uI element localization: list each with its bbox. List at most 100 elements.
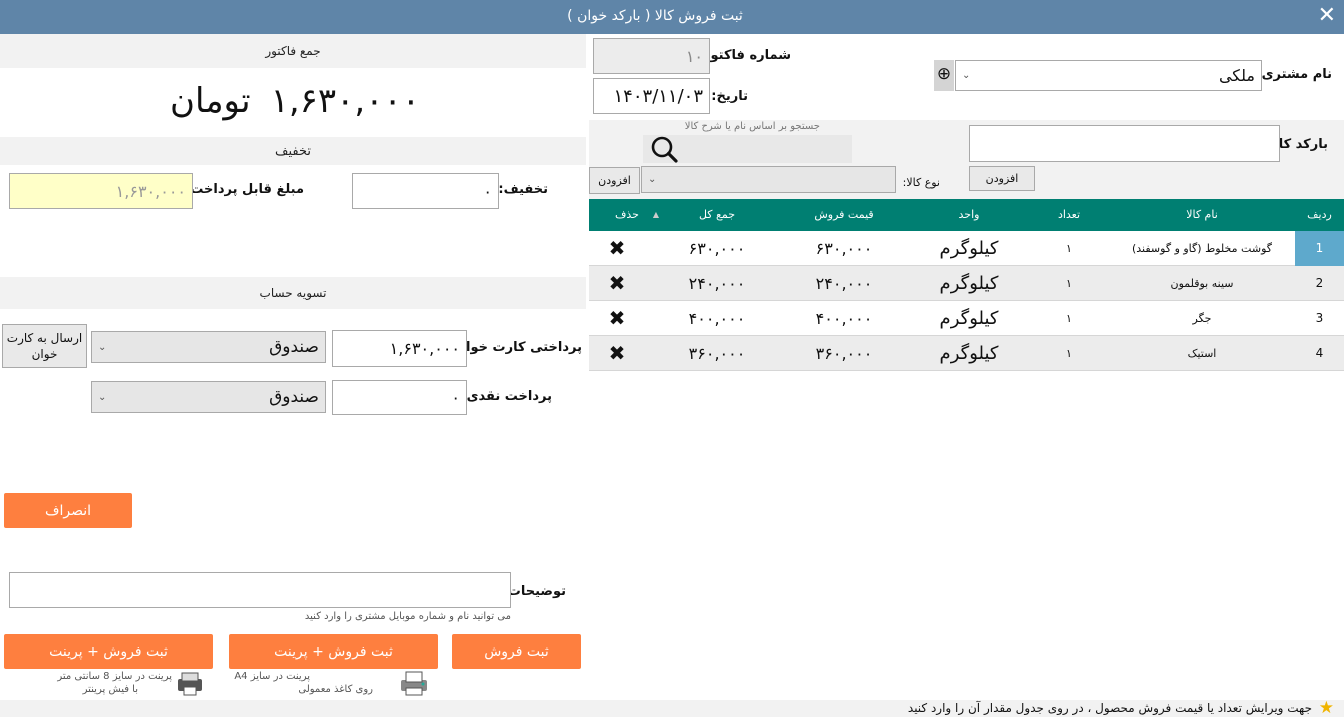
delete-icon[interactable]: ✖	[589, 336, 645, 371]
product-name-cell[interactable]: گوشت مخلوط (گاو و گوسفند)	[1109, 231, 1295, 266]
cancel-button[interactable]: انصراف	[4, 493, 132, 528]
unit-cell[interactable]: کیلوگرم	[909, 231, 1029, 266]
send-to-card-reader-button[interactable]: ارسال به کارت خوان	[2, 324, 87, 368]
row-number-cell[interactable]: 1	[1295, 231, 1344, 266]
invoice-total-amount: تومان ۱,۶۳۰,۰۰۰	[160, 76, 430, 126]
search-hint: جستجو بر اساس نام یا شرح کالا	[684, 121, 820, 132]
notes-label: توضیحات:	[502, 584, 566, 599]
chevron-down-icon: ⌄	[962, 70, 971, 81]
table-row[interactable]: 3 جگر ۱ کیلوگرم ۴۰۰,۰۰۰ ۴۰۰,۰۰۰ ✖	[589, 301, 1344, 336]
discount-label: تخفیف:	[498, 182, 548, 197]
save-print-8cm-hint-2: با فیش پرینتر	[82, 684, 138, 695]
date-label: تاریخ:	[711, 89, 748, 104]
unit-cell[interactable]: کیلوگرم	[909, 301, 1029, 336]
chevron-down-icon: ⌄	[648, 174, 657, 185]
delete-icon[interactable]: ✖	[589, 231, 645, 266]
quantity-cell[interactable]: ۱	[1029, 231, 1109, 266]
total-cell: ۳۶۰,۰۰۰	[688, 344, 746, 363]
total-cell: ۴۰۰,۰۰۰	[688, 309, 746, 328]
column-header-delete[interactable]: حذف	[607, 208, 647, 221]
quantity-cell[interactable]: ۱	[1029, 301, 1109, 336]
invoice-total-header: جمع فاکتور	[0, 34, 586, 68]
row-number-cell[interactable]: 4	[1295, 336, 1344, 371]
notes-input[interactable]	[9, 572, 511, 608]
card-payment-label: پرداختی کارت خوان:	[449, 340, 582, 355]
product-name-cell[interactable]: استیک	[1109, 336, 1295, 371]
chevron-down-icon: ⌄	[98, 341, 107, 353]
items-table: ردیف نام کالا تعداد واحد قیمت فروش جمع ک…	[589, 199, 1344, 371]
column-header-price[interactable]: قیمت فروش	[779, 208, 909, 221]
quantity-cell[interactable]: ۱	[1029, 336, 1109, 371]
save-print-a4-button[interactable]: ثبت فروش + پرینت	[229, 634, 438, 669]
unit-cell[interactable]: کیلوگرم	[909, 336, 1029, 371]
customer-value: ملکی	[1218, 66, 1255, 85]
quantity-cell[interactable]: ۱	[1029, 266, 1109, 301]
invoice-total-header-label: جمع فاکتور	[265, 44, 321, 58]
payable-amount-field: ۱,۶۳۰,۰۰۰	[9, 173, 193, 209]
discount-header-label: تخفیف	[275, 144, 311, 159]
card-account-value: صندوق	[269, 337, 319, 357]
status-bar: ★ جهت ویرایش تعداد یا قیمت فروش محصول ، …	[0, 698, 1344, 718]
settlement-header-label: تسویه حساب	[259, 286, 327, 300]
save-print-a4-hint-2: روی کاغذ معمولی	[298, 684, 373, 695]
customer-select[interactable]: ⌄ ملکی	[955, 60, 1262, 91]
close-icon[interactable]: ✕	[1318, 3, 1336, 29]
cash-payment-label: پرداخت نقدی:	[461, 389, 552, 404]
price-cell[interactable]: ۲۴۰,۰۰۰	[779, 266, 909, 301]
column-header-total[interactable]: جمع کل	[655, 208, 779, 221]
price-cell[interactable]: ۳۶۰,۰۰۰	[779, 336, 909, 371]
save-print-8cm-button[interactable]: ثبت فروش + پرینت	[4, 634, 213, 669]
cash-payment-input[interactable]: ۰	[332, 380, 467, 415]
column-header-unit[interactable]: واحد	[909, 208, 1029, 221]
table-row[interactable]: 1 گوشت مخلوط (گاو و گوسفند) ۱ کیلوگرم ۶۳…	[589, 231, 1344, 266]
row-number-cell[interactable]: 3	[1295, 301, 1344, 336]
add-customer-icon[interactable]: ⊕	[934, 60, 954, 91]
delete-icon[interactable]: ✖	[589, 266, 645, 301]
cash-account-select[interactable]: ⌄ صندوق	[91, 381, 326, 413]
save-print-8cm-hint-1: پرینت در سایز 8 سانتی متر	[57, 671, 172, 682]
delete-icon[interactable]: ✖	[589, 301, 645, 336]
notes-hint: می توانید نام و شماره موبایل مشتری را وا…	[304, 611, 511, 622]
receipt-printer-icon	[174, 669, 206, 697]
total-cell: ۶۳۰,۰۰۰	[688, 239, 746, 258]
payable-label: مبلغ قابل پرداخت:	[185, 182, 304, 197]
a4-printer-icon	[398, 669, 430, 697]
column-header-quantity[interactable]: تعداد	[1029, 208, 1109, 221]
card-payment-input[interactable]: ۱,۶۳۰,۰۰۰	[332, 330, 467, 367]
unit-cell[interactable]: کیلوگرم	[909, 266, 1029, 301]
date-input[interactable]: ۱۴۰۳/۱۱/۰۳	[593, 78, 710, 114]
product-type-label: نوع کالا:	[902, 176, 940, 189]
total-cell: ۲۴۰,۰۰۰	[688, 274, 746, 293]
save-print-a4-hint-1: پرینت در سایز A4	[234, 671, 310, 682]
window-title: ثبت فروش کالا ( بارکد خوان )	[567, 8, 743, 24]
add-by-type-button[interactable]: افزودن	[589, 167, 640, 194]
invoice-number-field: ۱۰	[593, 38, 710, 74]
customer-name-label: نام مشتری:	[1256, 67, 1332, 82]
column-header-row-number[interactable]: ردیف	[1295, 208, 1344, 221]
settlement-header: تسویه حساب	[0, 277, 586, 309]
status-text: جهت ویرایش تعداد یا قیمت فروش محصول ، در…	[907, 701, 1312, 715]
add-by-barcode-button[interactable]: افزودن	[969, 166, 1035, 191]
send-to-card-reader-label: ارسال به کارت خوان	[6, 331, 83, 361]
price-cell[interactable]: ۴۰۰,۰۰۰	[779, 301, 909, 336]
table-header: ردیف نام کالا تعداد واحد قیمت فروش جمع ک…	[589, 199, 1344, 231]
product-type-select[interactable]: ⌄	[641, 166, 896, 193]
product-name-cell[interactable]: سینه بوقلمون	[1109, 266, 1295, 301]
table-row[interactable]: 4 استیک ۱ کیلوگرم ۳۶۰,۰۰۰ ۳۶۰,۰۰۰ ✖	[589, 336, 1344, 371]
barcode-input[interactable]	[969, 125, 1280, 162]
sort-ascending-icon: ▲	[652, 210, 660, 219]
invoice-number-label: شماره فاکتور:	[697, 48, 791, 63]
chevron-down-icon: ⌄	[98, 391, 107, 403]
title-bar: ثبت فروش کالا ( بارکد خوان ) ✕	[0, 0, 1344, 34]
discount-input[interactable]: ۰	[352, 173, 499, 209]
product-name-cell[interactable]: جگر	[1109, 301, 1295, 336]
card-account-select[interactable]: ⌄ صندوق	[91, 331, 326, 363]
discount-header: تخفیف	[0, 137, 586, 165]
save-button[interactable]: ثبت فروش	[452, 634, 581, 669]
row-number-cell[interactable]: 2	[1295, 266, 1344, 301]
search-icon[interactable]	[645, 133, 683, 165]
column-header-product-name[interactable]: نام کالا	[1109, 208, 1295, 221]
price-cell[interactable]: ۶۳۰,۰۰۰	[779, 231, 909, 266]
table-row[interactable]: 2 سینه بوقلمون ۱ کیلوگرم ۲۴۰,۰۰۰ ۲۴۰,۰۰۰…	[589, 266, 1344, 301]
cash-account-value: صندوق	[269, 387, 319, 407]
